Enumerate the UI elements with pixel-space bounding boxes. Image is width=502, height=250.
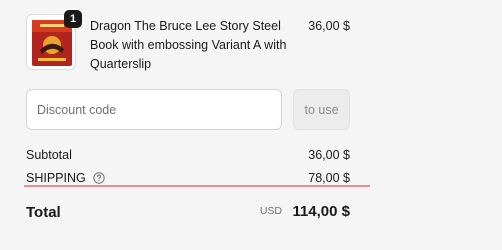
- quantity-badge: 1: [64, 10, 82, 28]
- discount-form: to use: [26, 89, 350, 130]
- subtotal-label: Subtotal: [26, 148, 72, 162]
- product-title: Dragon The Bruce Lee Story Steel Book wi…: [90, 19, 287, 71]
- product-price: 36,00 $: [308, 19, 350, 33]
- total-label: Total: [26, 204, 61, 221]
- currency-code: USD: [259, 205, 282, 217]
- shipping-underline-divider: [24, 185, 370, 187]
- subtotal-value: 36,00 $: [308, 148, 350, 162]
- apply-discount-button[interactable]: to use: [293, 89, 350, 130]
- discount-code-input[interactable]: [26, 89, 282, 130]
- shipping-label: SHIPPING: [26, 171, 86, 185]
- total-amount: 114,00 $: [292, 203, 350, 220]
- subtotal-row: Subtotal 36,00 $: [26, 146, 350, 164]
- total-amount-group: USD 114,00 $: [260, 200, 350, 224]
- product-thumbnail-wrapper: 1: [26, 10, 82, 70]
- order-summary: 1 Dragon The Bruce Lee Story Steel Book …: [0, 0, 502, 250]
- line-item: 1 Dragon The Bruce Lee Story Steel Book …: [26, 10, 350, 72]
- total-row: Total USD 114,00 $: [26, 200, 350, 226]
- question-circle-icon[interactable]: [93, 172, 105, 184]
